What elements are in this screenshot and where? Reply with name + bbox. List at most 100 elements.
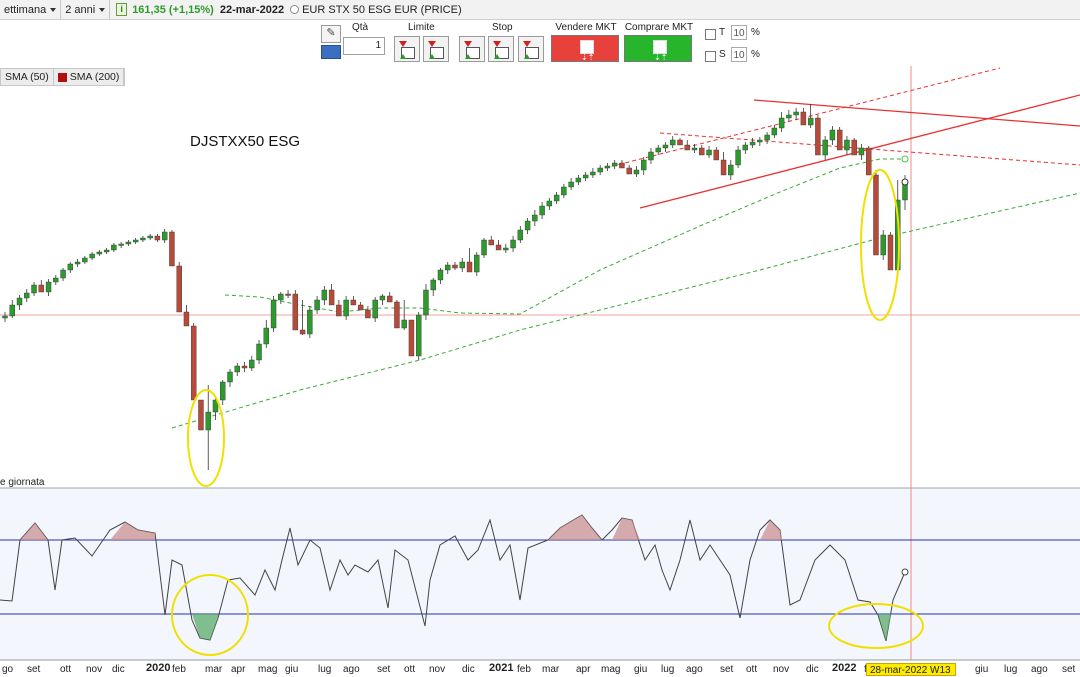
x-tick-label: 2020: [146, 662, 171, 674]
candle-body: [132, 239, 139, 243]
candle-body: [82, 257, 88, 263]
x-tick-label: set: [1062, 664, 1076, 675]
candle-body: [408, 319, 415, 357]
candle-body: [60, 269, 66, 279]
candle-body: [67, 263, 74, 271]
last-price-marker: [901, 178, 909, 186]
candle-body: [249, 359, 255, 369]
indicator-legend: SMA (50) SMA (200): [0, 68, 126, 86]
x-tick-label: go: [2, 664, 14, 675]
candle-body: [474, 254, 480, 273]
price-panel-bg: [0, 66, 1080, 488]
candle-body: [103, 249, 110, 253]
candle-body: [807, 117, 814, 126]
x-tick-label: apr: [576, 664, 591, 675]
candle-body: [771, 127, 778, 136]
candle-body: [793, 111, 799, 116]
candle-body: [481, 239, 487, 256]
candle-body: [836, 129, 843, 151]
legend-sma50[interactable]: SMA (50): [1, 69, 54, 85]
candle-body: [786, 114, 792, 119]
x-tick-label: nov: [773, 664, 790, 675]
candle-body: [169, 231, 175, 267]
candle-body: [539, 205, 545, 216]
candle-body: [307, 309, 313, 335]
candle-body: [198, 399, 204, 431]
x-tick-label: dic: [462, 664, 475, 675]
candle-body: [118, 243, 124, 246]
crosshair-date-label: 28-mar-2022 W13: [866, 663, 956, 676]
candle-body: [285, 293, 291, 296]
candle-body: [655, 147, 661, 153]
candle-body: [706, 149, 712, 156]
candle-body: [423, 289, 429, 316]
candle-body: [350, 299, 357, 306]
candle-body: [299, 329, 306, 335]
x-tick-label: giu: [634, 664, 648, 675]
x-tick-label: dic: [112, 664, 125, 675]
candle-body: [31, 284, 37, 294]
candle-body: [24, 292, 30, 299]
candle-body: [140, 237, 146, 241]
candle-body: [365, 309, 371, 319]
candle-body: [742, 144, 749, 151]
candle-body: [176, 265, 182, 313]
candle-body: [278, 293, 284, 301]
candle-body: [829, 129, 836, 141]
candle-body: [430, 279, 436, 291]
candle-body: [648, 151, 654, 161]
candle-body: [858, 147, 865, 156]
candle-body: [604, 165, 611, 169]
x-tick-label: 2021: [489, 662, 514, 674]
candle-body: [503, 247, 509, 251]
x-tick-label: nov: [429, 664, 446, 675]
candle-body: [757, 139, 763, 143]
candle-body: [575, 177, 582, 183]
candle-body: [597, 167, 603, 173]
x-tick-label: lug: [1004, 664, 1018, 675]
candle-body: [466, 261, 473, 273]
candle-body: [728, 164, 734, 176]
candle-body: [546, 200, 553, 207]
candle-body: [749, 141, 756, 146]
candle-body: [524, 220, 531, 231]
price-chart[interactable]: [0, 0, 1080, 675]
candle-body: [590, 171, 596, 176]
candle-body: [111, 244, 117, 251]
candle-body: [292, 293, 299, 331]
x-tick-label: giu: [975, 664, 989, 675]
candle-body: [45, 281, 52, 293]
candle-body: [459, 261, 465, 269]
candle-body: [778, 117, 785, 129]
candle-body: [154, 235, 161, 241]
x-tick-label: ago: [686, 664, 703, 675]
candle-body: [720, 159, 727, 176]
candle-body: [191, 325, 197, 401]
rsi-panel-bg: [0, 488, 1080, 660]
candle-body: [357, 304, 364, 311]
candle-body: [220, 381, 226, 401]
legend-sma200[interactable]: SMA (200): [54, 69, 125, 85]
candle-body: [633, 169, 640, 175]
candle-body: [416, 314, 422, 357]
x-tick-label: lug: [318, 664, 332, 675]
candle-body: [713, 149, 719, 161]
candle-body: [670, 139, 676, 146]
candle-body: [336, 304, 342, 317]
candle-body: [641, 159, 647, 171]
candle-body: [822, 139, 828, 156]
candle-body: [401, 319, 407, 329]
candle-body: [887, 234, 894, 271]
x-tick-label: ago: [1031, 664, 1048, 675]
chart-title: DJSTXX50 ESG: [190, 133, 301, 150]
candle-body: [735, 149, 741, 166]
candle-body: [699, 147, 705, 156]
candle-body: [183, 311, 190, 327]
candle-body: [488, 239, 494, 246]
candle-body: [53, 277, 59, 283]
candle-body: [2, 315, 8, 319]
x-tick-label: ott: [60, 664, 72, 675]
x-tick-label: ago: [343, 664, 360, 675]
candle-body: [321, 289, 328, 301]
candle-body: [437, 269, 444, 281]
